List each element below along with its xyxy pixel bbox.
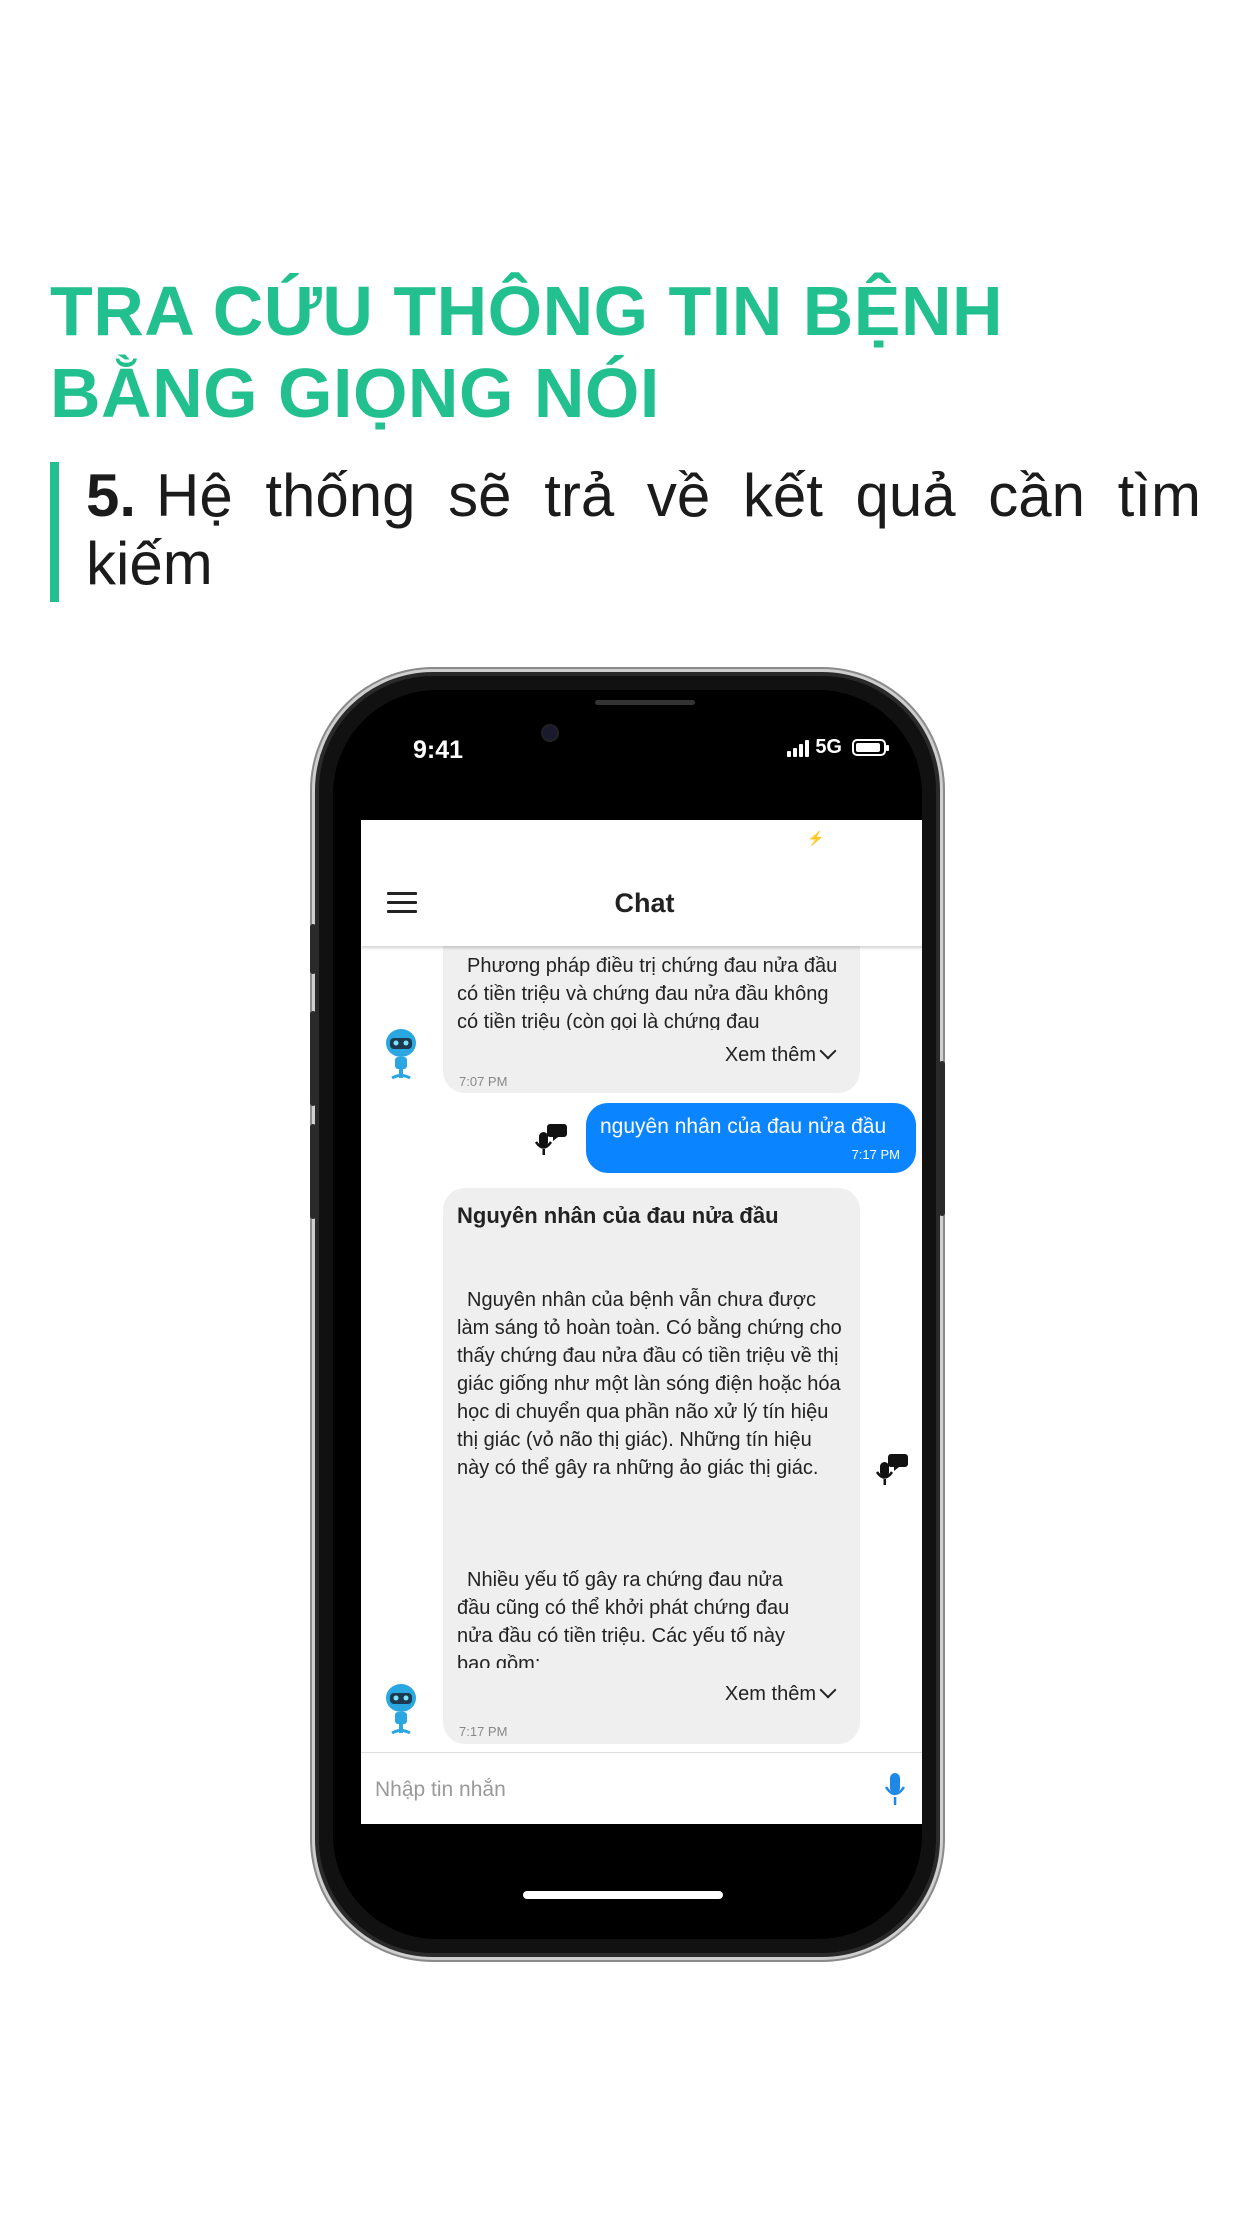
accent-bar — [50, 462, 59, 602]
message-time: 7:07 PM — [459, 1074, 508, 1089]
message-text: Phương pháp điều trị chứng đau nửa đầu c… — [457, 955, 838, 1030]
chevron-down-icon — [819, 1042, 837, 1060]
message-text: nguyên nhân của đau nửa đầu — [600, 1115, 887, 1138]
robot-avatar-icon — [386, 1029, 416, 1080]
phone-frame: 9:41 5G ⚡ Chat Phương pháp điều trị chứn… — [310, 672, 945, 1957]
step-description: Hệ thống sẽ trả về kết quả cần tìm kiếm — [86, 462, 1201, 597]
message-paragraph: Nguyên nhân của bệnh vẫn chưa được làm s… — [457, 1289, 842, 1479]
voice-message-icon[interactable] — [531, 1120, 571, 1160]
home-indicator[interactable] — [523, 1891, 723, 1899]
chat-screen: ⚡ Chat Phương pháp điều trị chứng đau nử… — [361, 820, 922, 1824]
see-more-button[interactable]: Xem thêm — [725, 1041, 837, 1069]
app-bar: ⚡ Chat — [361, 820, 922, 946]
message-time: 7:17 PM — [459, 1724, 508, 1739]
front-camera — [541, 724, 559, 742]
chevron-down-icon — [819, 1681, 837, 1699]
signal-icon — [787, 739, 810, 757]
message-input-bar — [361, 1752, 922, 1824]
status-icons: 5G — [787, 736, 889, 759]
microphone-icon[interactable] — [884, 1771, 906, 1807]
network-label: 5G — [815, 736, 842, 758]
bot-message-bubble: Nguyên nhân của đau nửa đầu Nguyên nhân … — [443, 1188, 860, 1744]
page-title: TRA CỨU THÔNG TIN BỆNH BẰNG GIỌNG NÓI — [50, 272, 1004, 432]
step-number: 5. — [86, 462, 137, 529]
status-time: 9:41 — [413, 736, 464, 764]
user-message-bubble: nguyên nhân của đau nửa đầu 7:17 PM — [586, 1103, 916, 1173]
volume-up-button — [310, 1011, 316, 1106]
step-text-block: 5. Hệ thống sẽ trả về kết quả cần tìm kiế… — [86, 462, 1201, 598]
mute-switch — [310, 924, 316, 974]
message-paragraph: Nhiều yếu tố gây ra chứng đau nửa đầu cũ… — [457, 1569, 790, 1668]
voice-message-icon[interactable] — [872, 1450, 912, 1490]
see-more-button[interactable]: Xem thêm — [725, 1680, 837, 1708]
robot-avatar-icon — [386, 1684, 416, 1735]
volume-down-button — [310, 1124, 316, 1219]
power-button — [939, 1061, 945, 1216]
message-input[interactable] — [373, 1767, 857, 1813]
battery-icon — [852, 739, 889, 756]
app-title: Chat — [614, 888, 675, 918]
phone-display: 9:41 5G ⚡ Chat Phương pháp điều trị chứn… — [333, 690, 922, 1939]
message-title: Nguyên nhân của đau nửa đầu — [457, 1203, 779, 1228]
step-instruction: 5. Hệ thống sẽ trả về kết quả cần tìm kiế… — [50, 462, 1201, 602]
charging-bolt-icon: ⚡ — [807, 830, 825, 846]
message-time: 7:17 PM — [851, 1147, 900, 1162]
speaker-grille — [595, 700, 695, 705]
